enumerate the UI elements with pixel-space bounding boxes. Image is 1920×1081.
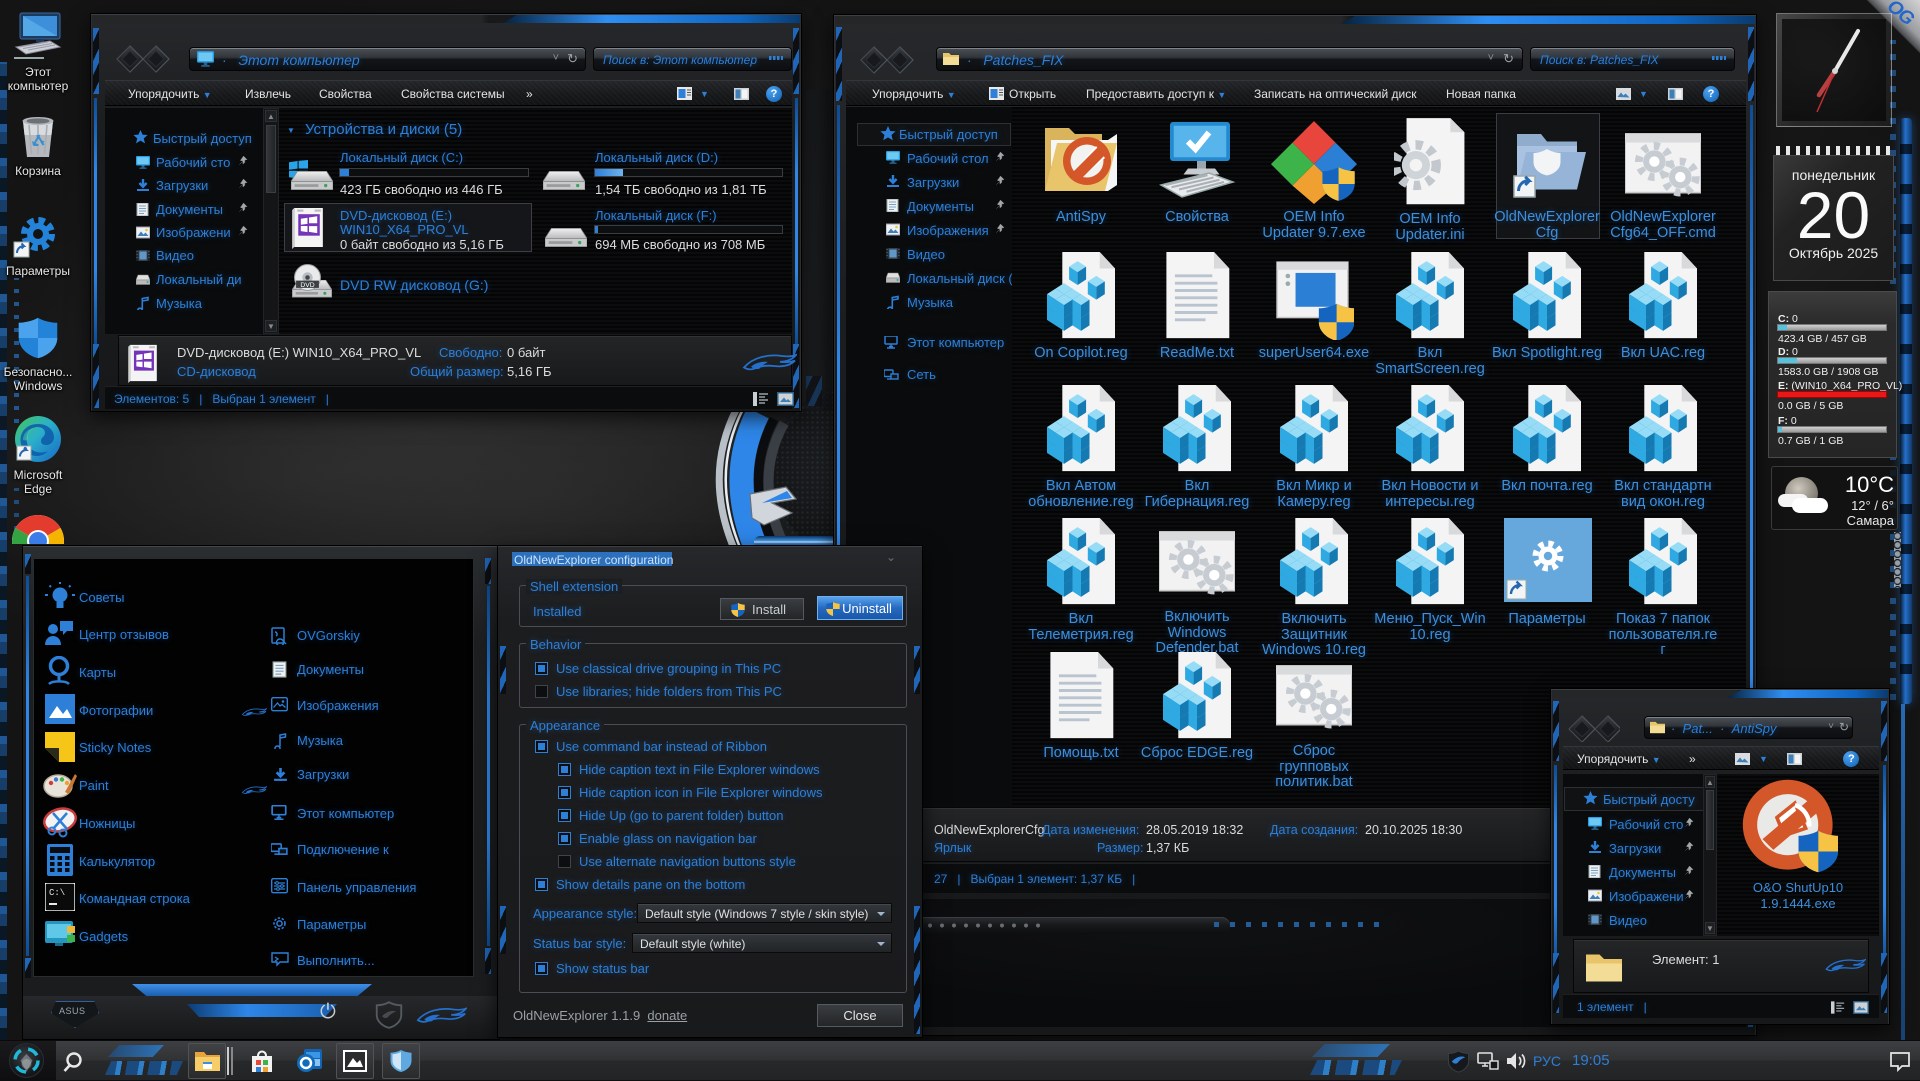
svg-text:C:\: C:\ — [49, 888, 65, 898]
